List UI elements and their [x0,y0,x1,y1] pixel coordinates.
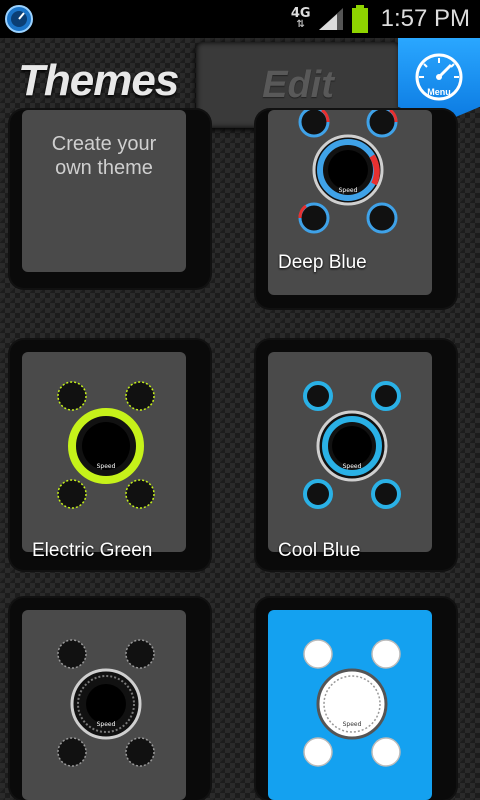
theme-card-inner: Speed Electric Green [22,352,186,561]
theme-card-inner: Speed [268,610,432,800]
theme-card-cool-blue[interactable]: Speed Cool Blue [256,340,456,570]
data-activity-icon: ⇅ [296,19,305,30]
status-bar: 4G ⇅ 1:57 PM [0,0,480,38]
white-gauge-preview: Speed [303,639,401,767]
silver-gauge-preview: Speed [57,639,155,767]
theme-card-electric-green[interactable]: Speed Electric Green [10,340,210,570]
theme-card-white-selected[interactable]: Speed [256,598,456,800]
speed-label: Speed [97,463,116,470]
theme-card-create[interactable]: Create your own theme [10,110,210,288]
create-theme-line-2: own theme [55,157,153,179]
speedometer-menu-icon: Menu [415,53,463,101]
speed-label: Speed [343,463,362,470]
create-theme-line-1: Create your [51,133,157,155]
network-type-indicator: 4G ⇅ [290,6,311,30]
menu-label: Menu [427,87,451,97]
electric-green-gauge-preview: Speed [57,381,155,509]
theme-card-inner: Create your own theme [22,110,186,272]
theme-card-deep-blue[interactable]: Speed Deep Blue [256,110,456,308]
theme-card-inner: Speed Cool Blue [268,352,432,561]
theme-label-deep-blue: Deep Blue [278,252,367,273]
theme-card-silver[interactable]: Speed [10,598,210,800]
theme-card-inner: Speed [22,610,186,800]
tab-themes[interactable]: Themes [18,56,188,116]
theme-label-electric-green: Electric Green [32,540,153,561]
theme-card-inner: Speed Deep Blue [268,110,432,295]
cool-blue-gauge-preview: Speed [303,381,401,509]
signal-strength-icon [318,8,343,30]
speedometer-notification-icon [5,5,33,33]
speed-label: Speed [343,721,362,728]
speed-label: Speed [97,721,116,728]
deep-blue-gauge-preview: Speed [298,110,398,234]
battery-icon [351,5,368,33]
theme-label-cool-blue: Cool Blue [278,540,361,561]
tab-edit-label: Edit [262,63,334,106]
speed-label: Speed [339,187,358,194]
clock: 1:57 PM [380,5,470,32]
